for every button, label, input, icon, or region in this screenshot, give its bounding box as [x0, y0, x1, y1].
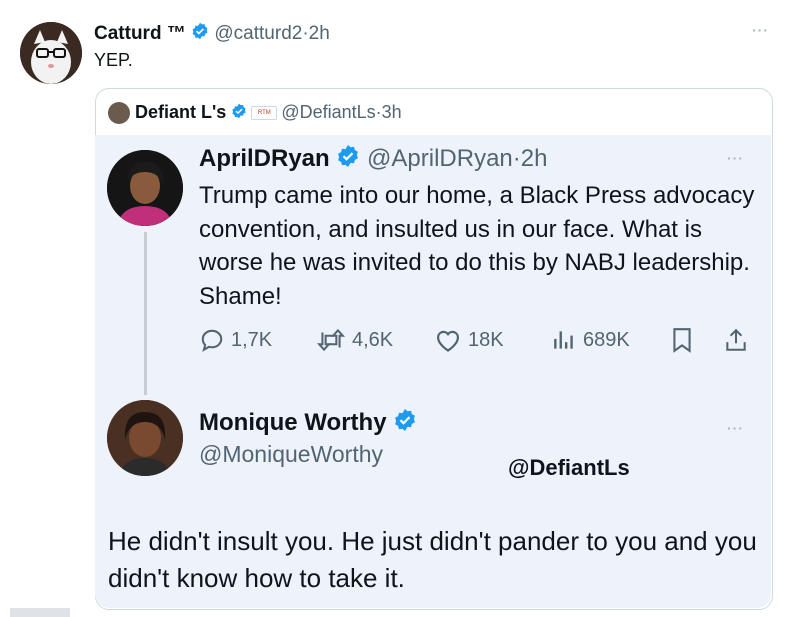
tweet-time[interactable]: 2h	[309, 23, 330, 44]
like-count: 18K	[468, 328, 504, 351]
verified-badge-icon	[231, 103, 247, 124]
bookmark-icon	[670, 327, 694, 353]
author-handle[interactable]: @catturd2	[214, 23, 302, 44]
affiliate-badge: RTM	[251, 106, 278, 121]
share-icon	[723, 327, 749, 353]
april-name: AprilDRyan	[199, 144, 330, 172]
monique-tweet-text: He didn't insult you. He just didn't pan…	[108, 526, 757, 593]
more-icon: ···	[727, 150, 744, 166]
retweet-action: 4,6K	[316, 327, 393, 353]
april-tweet-header: AprilDRyan @AprilDRyan·2h	[199, 144, 547, 175]
watermark-tag: @DefiantLs	[508, 455, 630, 480]
retweet-icon	[316, 328, 346, 352]
verified-badge-icon	[191, 22, 209, 46]
views-count: 689K	[583, 328, 630, 351]
april-handle: @AprilDRyan	[367, 144, 513, 172]
verified-badge-icon	[336, 144, 360, 175]
author-name[interactable]: Catturd ™	[94, 23, 186, 44]
april-tweet-text: Trump came into our home, a Black Press …	[199, 182, 755, 310]
tweet-text: YEP.	[94, 50, 133, 70]
reply-count: 1,7K	[231, 328, 273, 351]
monique-name: Monique Worthy	[199, 408, 387, 436]
more-icon: ···	[727, 420, 744, 436]
retweet-count: 4,6K	[352, 328, 394, 351]
april-avatar	[107, 150, 183, 226]
like-action: 18K	[434, 327, 504, 353]
quote-author-handle[interactable]: @DefiantLs	[281, 102, 375, 122]
monique-avatar	[107, 400, 183, 476]
reply-icon	[201, 329, 223, 352]
monique-handle: @MoniqueWorthy	[199, 441, 383, 467]
outer-tweet-header: Catturd ™ @catturd2·2h	[94, 22, 330, 46]
thread-line	[144, 232, 147, 395]
quote-time[interactable]: 3h	[382, 102, 402, 122]
views-icon	[554, 331, 573, 349]
verified-badge-icon	[393, 408, 417, 439]
april-time: 2h	[520, 144, 548, 172]
monique-header: Monique Worthy	[199, 408, 417, 439]
quote-author-name[interactable]: Defiant L's	[135, 102, 226, 122]
catturd-avatar[interactable]	[20, 22, 82, 84]
next-tweet-edge	[10, 608, 70, 617]
more-icon[interactable]: ···	[752, 22, 769, 38]
tweet-actions-bar: 1,7K 4,6K 18K 689K	[199, 327, 759, 357]
like-icon	[436, 330, 460, 352]
views-action: 689K	[551, 327, 630, 353]
defiant-avatar[interactable]	[108, 102, 130, 125]
quote-tweet-header: Defiant L's RTM @DefiantLs·3h	[108, 102, 402, 125]
reply-action: 1,7K	[199, 327, 272, 353]
